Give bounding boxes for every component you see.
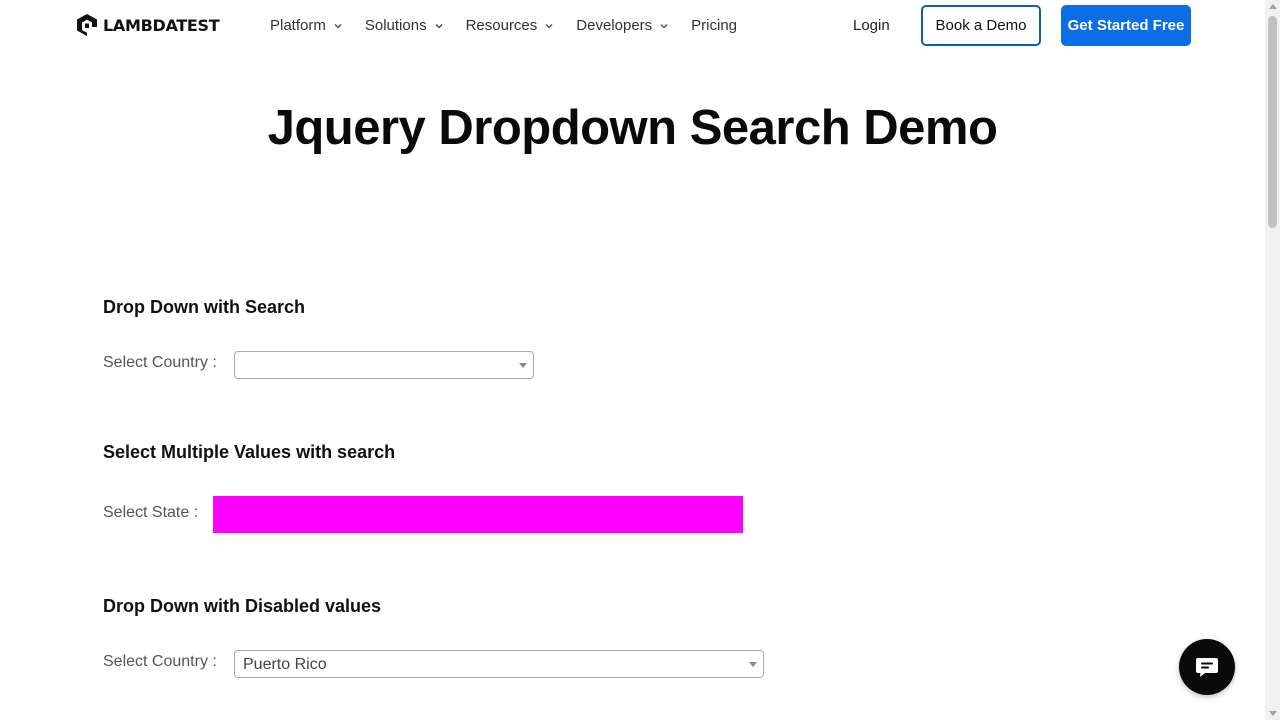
lambdatest-logo[interactable]: LAMBDATEST <box>75 13 220 37</box>
section-title-multi-select: Select Multiple Values with search <box>103 442 396 462</box>
section-title-disabled-values: Drop Down with Disabled values <box>103 596 382 616</box>
chevron-down-icon <box>545 23 553 29</box>
logo-text: LAMBDATEST <box>103 15 220 35</box>
state-multi-select[interactable] <box>213 496 743 533</box>
top-navigation: LAMBDATEST Platform Solutions Resources … <box>0 0 1265 52</box>
chat-widget-button[interactable] <box>1179 639 1235 695</box>
nav-item-label: Platform <box>270 17 326 34</box>
section-title-dropdown-search: Drop Down with Search <box>103 297 306 317</box>
country-select-value: Puerto Rico <box>243 656 327 673</box>
nav-item-pricing[interactable]: Pricing <box>691 17 737 34</box>
scroll-up-icon[interactable] <box>1269 4 1277 9</box>
nav-item-platform[interactable]: Platform <box>270 17 343 34</box>
login-link[interactable]: Login <box>853 17 890 34</box>
nav-item-solutions[interactable]: Solutions <box>365 17 444 34</box>
nav-item-developers[interactable]: Developers <box>576 17 669 34</box>
select-state-label: Select State : <box>103 504 199 521</box>
select-country-label: Select Country : <box>103 354 217 371</box>
page-scrollbar[interactable] <box>1265 0 1280 720</box>
nav-item-label: Solutions <box>364 17 427 34</box>
nav-item-label: Pricing <box>691 17 738 34</box>
nav-item-label: Developers <box>576 17 653 34</box>
country-select[interactable] <box>234 351 534 379</box>
chevron-down-icon <box>435 23 443 29</box>
lambdatest-logo-icon <box>77 14 97 36</box>
chevron-down-icon <box>334 23 342 29</box>
scroll-down-icon[interactable] <box>1269 711 1277 716</box>
dropdown-arrow-icon <box>519 363 527 368</box>
nav-item-label: Resources <box>465 17 538 34</box>
select-country-disabled-label: Select Country : <box>103 653 217 670</box>
page-title: Jquery Dropdown Search Demo <box>267 101 998 155</box>
country-select-disabled-values[interactable]: Puerto Rico <box>234 650 764 678</box>
book-demo-button[interactable]: Book a Demo <box>921 5 1041 46</box>
chat-bubble-icon <box>1196 658 1218 677</box>
nav-item-resources[interactable]: Resources <box>466 17 555 34</box>
dropdown-arrow-icon <box>749 662 757 667</box>
chevron-down-icon <box>660 23 668 29</box>
main-menu: Platform Solutions Resources Developers … <box>270 17 759 34</box>
get-started-button[interactable]: Get Started Free <box>1061 5 1191 46</box>
scrollbar-thumb[interactable] <box>1268 16 1277 228</box>
